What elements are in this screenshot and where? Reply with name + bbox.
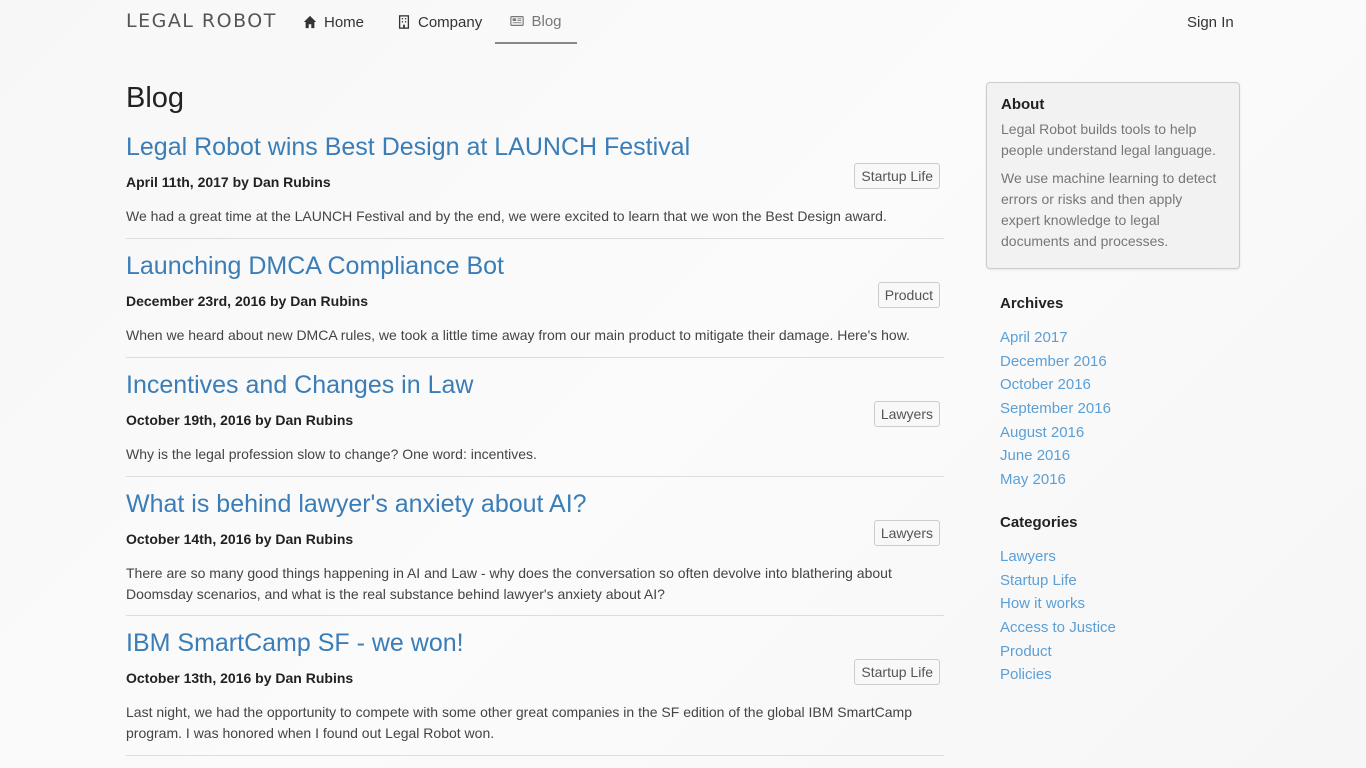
home-icon	[303, 15, 317, 29]
post-meta: April 11th, 2017 by Dan Rubins	[126, 174, 331, 190]
post-excerpt: We had a great time at the LAUNCH Festiv…	[126, 208, 887, 224]
post-category-tag[interactable]: Product	[877, 282, 940, 308]
post-item: Launching DMCA Compliance Bot December 2…	[126, 251, 944, 358]
about-text: Legal Robot builds tools to help people …	[1001, 121, 1216, 158]
post-title[interactable]: IBM SmartCamp SF - we won!	[126, 628, 944, 658]
category-link[interactable]: Lawyers	[1000, 545, 1116, 569]
category-link[interactable]: How it works	[1000, 592, 1116, 616]
post-meta: October 19th, 2016 by Dan Rubins	[126, 412, 354, 428]
about-title: About	[1001, 96, 1045, 113]
categories-list: Lawyers Startup Life How it works Access…	[1000, 545, 1116, 687]
post-meta: October 14th, 2016 by Dan Rubins	[126, 531, 354, 547]
sign-in-link[interactable]: Sign In	[1187, 0, 1234, 44]
category-link[interactable]: Access to Justice	[1000, 616, 1116, 640]
nav-home[interactable]: Home	[303, 0, 364, 44]
nav-company-label: Company	[418, 13, 483, 31]
archive-link[interactable]: August 2016	[1000, 421, 1111, 445]
post-title[interactable]: What is behind lawyer's anxiety about AI…	[126, 489, 944, 519]
post-category-tag[interactable]: Startup Life	[854, 163, 940, 189]
logo[interactable]: LEGAL ROBOT	[126, 10, 277, 32]
nav-blog[interactable]: Blog	[495, 0, 577, 44]
categories-heading: Categories	[1000, 514, 1078, 531]
navbar: LEGAL ROBOT Home Company Blog Sign In	[0, 0, 1366, 44]
post-title[interactable]: Legal Robot wins Best Design at LAUNCH F…	[126, 132, 944, 162]
post-category-tag[interactable]: Startup Life	[854, 659, 940, 685]
post-excerpt: When we heard about new DMCA rules, we t…	[126, 327, 910, 343]
archives-heading: Archives	[1000, 295, 1064, 312]
nav-company[interactable]: Company	[397, 0, 482, 44]
post-item: Incentives and Changes in Law October 19…	[126, 370, 944, 477]
archive-link[interactable]: December 2016	[1000, 350, 1111, 374]
post-excerpt: Last night, we had the opportunity to co…	[126, 704, 912, 741]
archive-link[interactable]: April 2017	[1000, 326, 1111, 350]
post-item: Legal Robot wins Best Design at LAUNCH F…	[126, 132, 944, 239]
category-link[interactable]: Policies	[1000, 663, 1116, 687]
post-category-tag[interactable]: Lawyers	[873, 401, 940, 427]
post-item: IBM SmartCamp SF - we won! October 13th,…	[126, 628, 944, 756]
category-link[interactable]: Product	[1000, 640, 1116, 664]
archive-link[interactable]: October 2016	[1000, 373, 1111, 397]
nav-home-label: Home	[324, 13, 365, 31]
building-icon	[398, 15, 410, 29]
archive-link[interactable]: May 2016	[1000, 468, 1111, 492]
post-title[interactable]: Launching DMCA Compliance Bot	[126, 251, 944, 281]
about-text: We use machine learning to detect errors…	[1001, 170, 1217, 249]
post-title[interactable]: Incentives and Changes in Law	[126, 370, 944, 400]
post-category-tag[interactable]: Lawyers	[873, 520, 940, 546]
page-title: Blog	[126, 82, 185, 114]
post-excerpt: There are so many good things happening …	[126, 565, 892, 602]
about-panel: About Legal Robot builds tools to help p…	[986, 82, 1240, 269]
category-link[interactable]: Startup Life	[1000, 569, 1116, 593]
post-meta: December 23rd, 2016 by Dan Rubins	[126, 293, 368, 309]
post-item: What is behind lawyer's anxiety about AI…	[126, 489, 944, 616]
archives-list: April 2017 December 2016 October 2016 Se…	[1000, 326, 1111, 492]
archive-link[interactable]: June 2016	[1000, 444, 1111, 468]
post-excerpt: Why is the legal profession slow to chan…	[126, 446, 537, 462]
nav-blog-label: Blog	[531, 12, 562, 30]
post-meta: October 13th, 2016 by Dan Rubins	[126, 670, 354, 686]
newspaper-icon	[510, 16, 525, 26]
archive-link[interactable]: September 2016	[1000, 397, 1111, 421]
